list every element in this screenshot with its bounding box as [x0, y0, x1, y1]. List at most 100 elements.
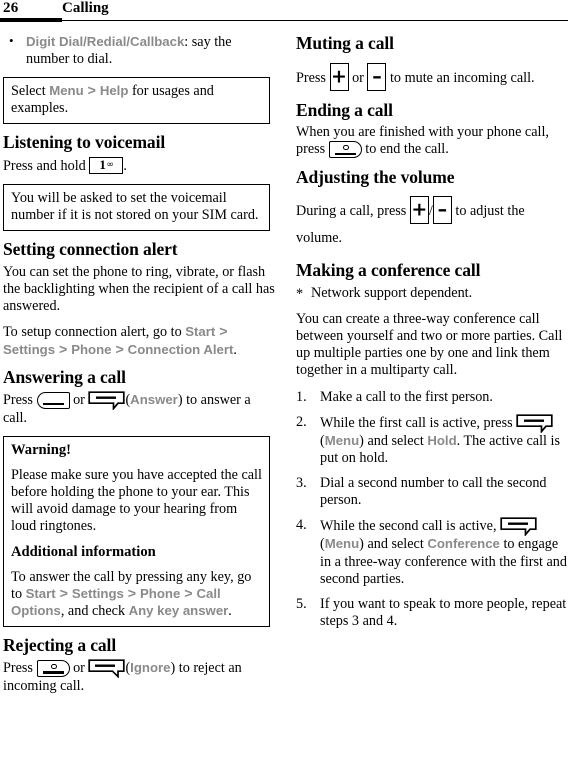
wi-after: .	[228, 602, 232, 619]
volume-before: During a call, press	[296, 203, 410, 220]
left-column: Digit Dial/Redial/Callback: say the numb…	[3, 33, 275, 704]
connection-alert-paragraph-2: To setup connection alert, go to Start >…	[3, 324, 275, 358]
ca-sep3: >	[111, 341, 128, 358]
header-rule-thick	[0, 18, 62, 22]
answering-paragraph: Press or (Answer) to answer a call.	[3, 391, 275, 427]
ui-term-hold: Hold	[427, 432, 457, 448]
end-call-key-icon	[328, 141, 362, 159]
volume-paragraph: During a call, press + / – to adjust the v…	[296, 196, 568, 252]
wi-mid: , and check	[60, 602, 129, 619]
warning-body: Please make sure you have accepted the c…	[11, 466, 262, 535]
ui-term-phone: Phone	[140, 585, 181, 601]
step-1-text: Make a call to the first person.	[320, 388, 493, 405]
ui-term-ignore: Ignore	[130, 660, 171, 676]
warning-subtitle: Additional information	[11, 544, 156, 561]
list-item: Digit Dial/Redial/Callback: say the numb…	[3, 33, 275, 68]
ui-term-menu: Menu	[49, 83, 84, 99]
ui-term-menu: Menu	[324, 432, 360, 448]
conference-intro: You can create a three-way conference ca…	[296, 310, 563, 379]
note-box-warning: Warning! Please make sure you have accep…	[3, 436, 270, 627]
end-call-key-icon	[36, 660, 70, 678]
ui-term-help: Help	[99, 83, 129, 99]
section-heading-rejecting-a-call: Rejecting a call	[3, 634, 117, 655]
rejecting-or: or	[69, 660, 89, 677]
note-text: Select Menu > Help for usages and exampl…	[11, 83, 262, 117]
volume-down-key-icon: –	[432, 196, 452, 225]
voice-command-bullet-list: Digit Dial/Redial/Callback: say the numb…	[3, 33, 275, 68]
ui-term-conference: Conference	[427, 536, 500, 552]
connection-alert-paragraph-1: You can set the phone to ring, vibrate, …	[3, 263, 275, 315]
muting-tail: to mute an incoming call.	[386, 69, 535, 86]
note-box-help: Select Menu > Help for usages and exampl…	[3, 77, 270, 125]
ui-term-start: Start	[185, 324, 216, 340]
right-column: Muting a call Press + or – to mute an in…	[296, 33, 568, 638]
ui-term-any-key-answer: Any key answer	[128, 602, 229, 618]
conference-footnote: Network support dependent.	[296, 285, 568, 303]
left-soft-key-icon	[500, 517, 537, 537]
chapter-title: Calling	[62, 0, 109, 16]
muting-or: or	[348, 69, 368, 86]
voicemail-press-before: Press and hold	[3, 158, 90, 174]
list-item: Dial a second number to call the second …	[296, 475, 568, 509]
volume-up-key-icon: +	[409, 196, 429, 225]
left-soft-key-icon	[516, 414, 553, 433]
right-soft-key-icon	[88, 659, 126, 679]
volume-up-glyph: +	[411, 198, 428, 221]
volume-up-glyph: +	[331, 65, 347, 88]
step-2-mid: and select	[363, 432, 428, 449]
muting-paragraph: Press + or – to mute an incoming call.	[296, 62, 568, 92]
ca-sep2: >	[55, 341, 72, 358]
wi-sep2: >	[123, 585, 141, 602]
ca-sep1: >	[215, 324, 228, 341]
voicemail-press-after: .	[123, 158, 127, 174]
volume-up-key-icon: +	[329, 62, 349, 91]
note-separator: >	[83, 83, 100, 100]
ui-term-settings: Settings	[71, 585, 124, 601]
voicemail-press-paragraph: Press and hold 1 ∞.	[3, 157, 275, 175]
ca-after: .	[233, 341, 237, 358]
step-5-text: If you want to speak to more people, rep…	[320, 595, 567, 630]
page-number: 26	[3, 0, 19, 16]
step-2-before: While the first call is active, press	[320, 414, 517, 431]
section-heading-muting-a-call: Muting a call	[296, 33, 394, 53]
number-one-voicemail-key-icon: 1 ∞	[89, 157, 124, 174]
section-heading-setting-connection-alert: Setting connection alert	[3, 239, 178, 260]
list-item: While the second call is active, (Menu) …	[296, 517, 568, 588]
volume-down-key-icon: –	[367, 62, 387, 91]
header-rule-thin	[62, 19, 568, 21]
section-heading-adjusting-the-volume: Adjusting the volume	[296, 166, 455, 187]
step-3-text: Dial a second number to call the second …	[320, 475, 547, 509]
note-text: You will be asked to set the voicemail n…	[11, 190, 259, 224]
ui-term-menu: Menu	[324, 536, 360, 552]
rejecting-press: Press	[3, 660, 37, 677]
conference-steps-list: Make a call to the first person. While t…	[296, 389, 568, 631]
note-part1: Select	[11, 83, 50, 100]
wi-sep1: >	[55, 585, 72, 602]
answering-or: or	[69, 392, 89, 409]
list-item: While the first call is active, press (M…	[296, 414, 568, 467]
warning-additional-info: To answer the call by pressing any key, …	[11, 569, 262, 620]
ui-term-phone: Phone	[71, 341, 112, 357]
ca-before: To setup connection alert, go to	[3, 324, 186, 341]
section-heading-answering-a-call: Answering a call	[3, 366, 126, 387]
left-soft-key-icon	[88, 391, 126, 411]
section-heading-listening-voicemail: Listening to voicemail	[3, 132, 166, 153]
ui-term-digit-dial: Digit Dial/Redial/Callback	[26, 34, 185, 49]
step-4-before: While the second call is active,	[320, 518, 501, 535]
ui-term-answer: Answer	[130, 392, 178, 408]
ui-term-connection-alert: Connection Alert	[127, 341, 234, 357]
volume-down-glyph: –	[437, 198, 448, 221]
muting-press: Press	[296, 69, 330, 86]
note-box-voicemail: You will be asked to set the voicemail n…	[3, 184, 270, 232]
ending-paragraph: When you are finished with your phone ca…	[296, 124, 568, 159]
one-key-voicemail-mark: ∞	[106, 160, 114, 170]
section-heading-ending-a-call: Ending a call	[296, 99, 393, 120]
rejecting-paragraph: Press or (Ignore) to reject an incoming …	[3, 659, 275, 695]
ending-after: to end the call.	[361, 141, 449, 158]
ui-term-start: Start	[25, 585, 56, 601]
step-4-mid: and select	[363, 536, 428, 553]
ui-term-settings: Settings	[3, 341, 56, 357]
one-key-digit: 1	[99, 157, 106, 172]
list-item: Make a call to the first person.	[296, 389, 568, 406]
answering-press: Press	[3, 392, 37, 409]
